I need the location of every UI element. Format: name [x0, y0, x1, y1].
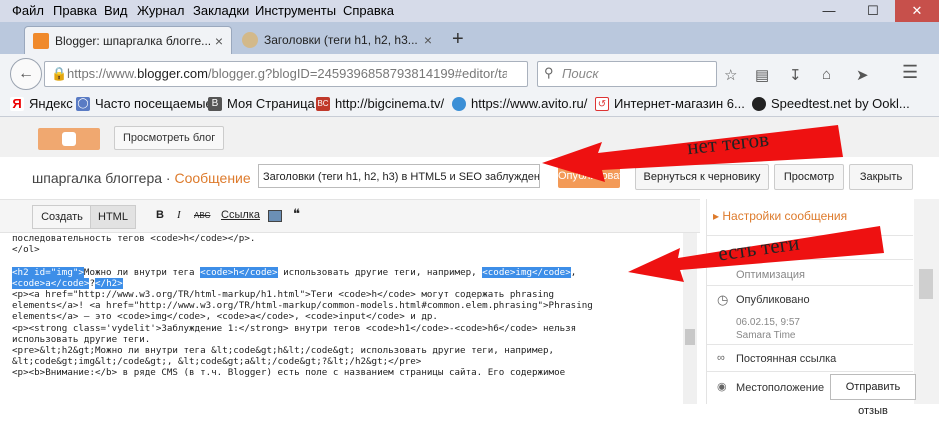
annotation-layer: [542, 125, 884, 282]
